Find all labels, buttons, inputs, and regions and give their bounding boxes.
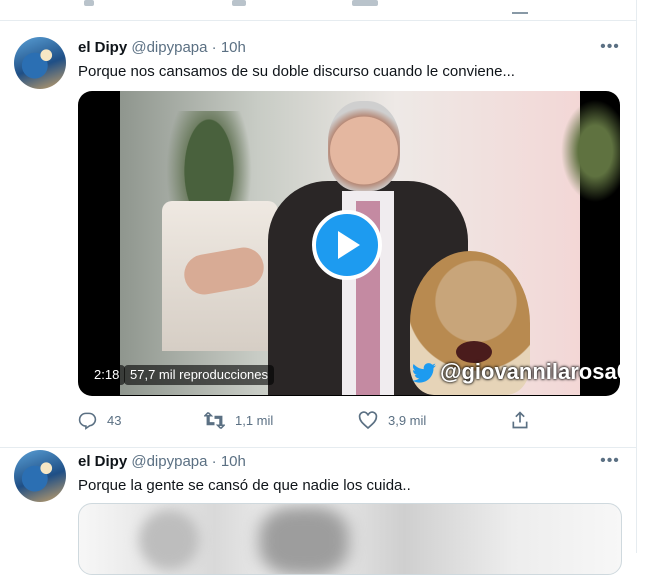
tweet-timestamp[interactable]: 10h xyxy=(221,39,246,56)
reply-icon xyxy=(78,412,97,430)
tweet-header: el Dipy @dipypapa · 10h xyxy=(78,453,246,470)
header-separator: · xyxy=(211,453,217,470)
share-button[interactable] xyxy=(510,409,540,431)
like-count: 3,9 mil xyxy=(388,412,427,428)
video-player[interactable]: 2:18 57,7 mil reproducciones @giovannila… xyxy=(78,91,620,396)
reply-icon-remnant xyxy=(84,0,94,6)
retweet-button[interactable]: 1,1 mil xyxy=(204,409,273,431)
video-duration: 2:18 xyxy=(88,365,126,385)
avatar[interactable] xyxy=(14,450,66,502)
tweet-timestamp[interactable]: 10h xyxy=(221,453,246,470)
tweet-actions: 43 1,1 mil 3,9 mil xyxy=(78,409,548,431)
previous-tweet-remnant xyxy=(0,0,636,20)
play-icon xyxy=(338,231,360,259)
tweet-text: Porque la gente se cansó de que nadie lo… xyxy=(78,477,411,494)
user-handle[interactable]: @dipypapa xyxy=(131,453,207,470)
share-icon xyxy=(512,411,528,429)
video-view-count: 57,7 mil reproducciones xyxy=(124,365,275,385)
like-icon-remnant xyxy=(352,0,378,6)
watermark-text: @giovannilarosa0 xyxy=(440,359,620,384)
tweet-media[interactable] xyxy=(78,503,622,575)
media-blur xyxy=(259,506,349,574)
share-icon-remnant xyxy=(512,0,528,14)
video-scene-plant-right xyxy=(555,91,620,211)
more-horizontal-icon[interactable]: ••• xyxy=(598,38,622,56)
display-name[interactable]: el Dipy xyxy=(78,39,127,56)
reply-count: 43 xyxy=(107,412,122,428)
header-separator: · xyxy=(211,39,217,56)
heart-icon xyxy=(358,410,378,429)
twitter-bird-icon xyxy=(412,363,436,383)
avatar[interactable] xyxy=(14,37,66,89)
tweet-text: Porque nos cansamos de su doble discurso… xyxy=(78,63,515,80)
timeline-right-border xyxy=(636,0,637,553)
reply-button[interactable]: 43 xyxy=(78,409,121,431)
play-button[interactable] xyxy=(312,210,382,280)
retweet-icon-remnant xyxy=(232,0,246,6)
user-handle[interactable]: @dipypapa xyxy=(131,39,207,56)
like-button[interactable]: 3,9 mil xyxy=(358,409,426,431)
media-blur xyxy=(139,510,199,570)
more-horizontal-icon[interactable]: ••• xyxy=(598,452,622,470)
tweet[interactable]: el Dipy @dipypapa · 10h ••• Porque nos c… xyxy=(0,21,636,447)
video-scene-man xyxy=(328,101,400,191)
tweet-header: el Dipy @dipypapa · 10h xyxy=(78,39,246,56)
video-watermark: @giovannilarosa0 xyxy=(412,357,620,387)
retweet-icon xyxy=(204,411,225,429)
retweet-count: 1,1 mil xyxy=(235,412,274,428)
display-name[interactable]: el Dipy xyxy=(78,453,127,470)
